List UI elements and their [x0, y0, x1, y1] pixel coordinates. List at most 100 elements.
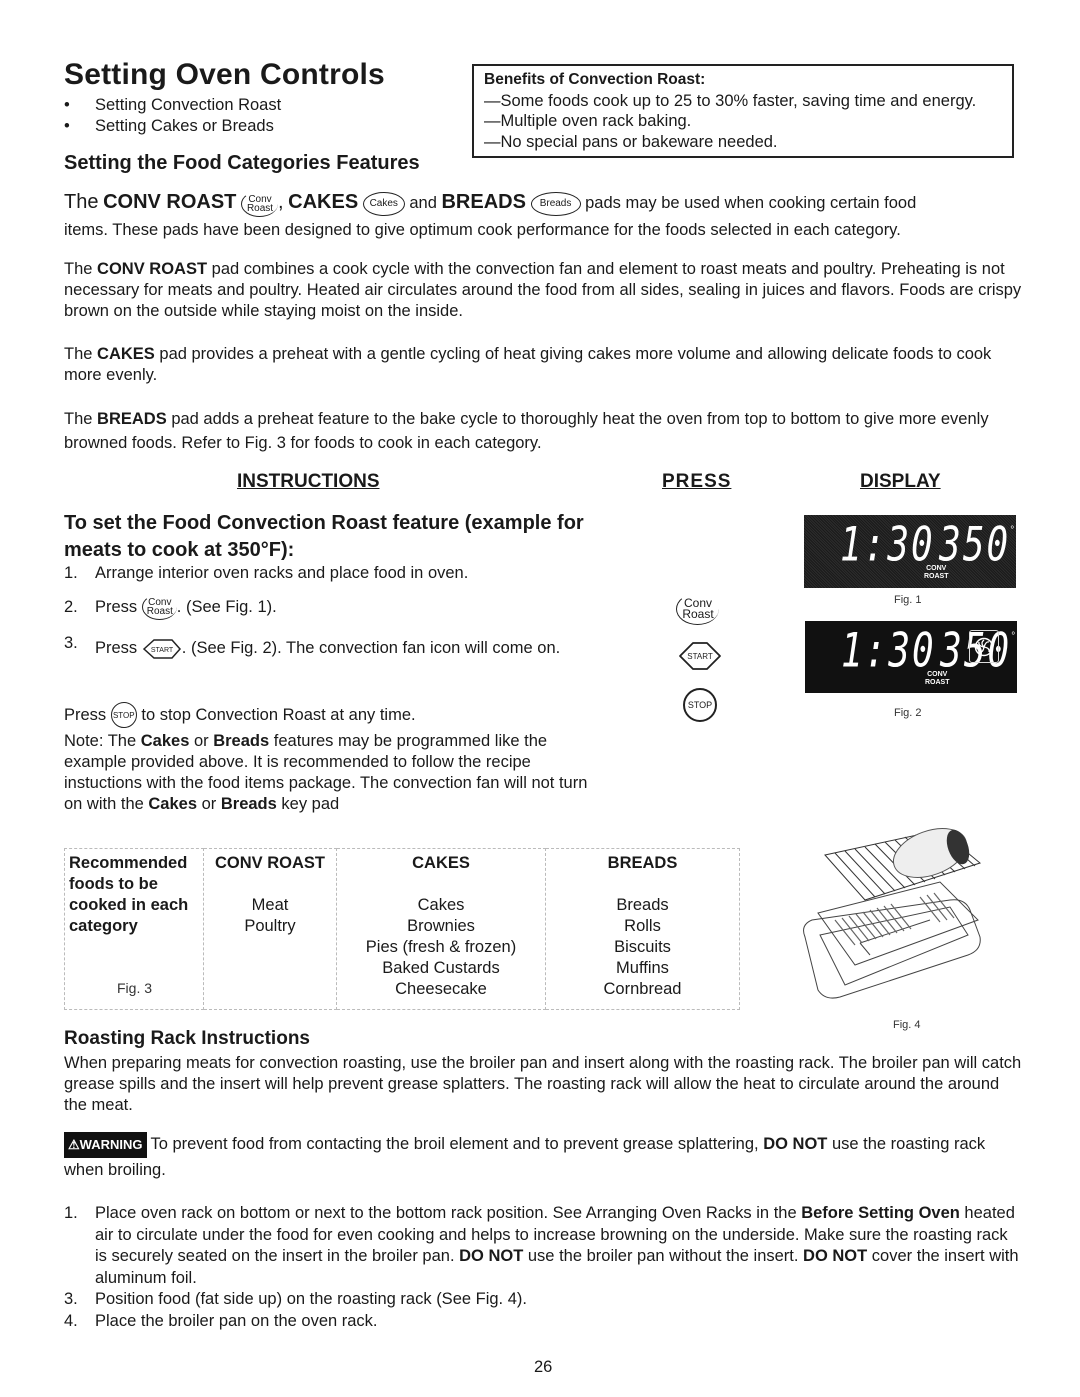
press-column-heading: PRESS	[662, 471, 732, 492]
roasting-rack-illustration	[800, 825, 1040, 1005]
benefit-item: —No special pans or bakeware needed.	[484, 132, 778, 151]
topic-list: • Setting Convection Roast • Setting Cakes…	[64, 95, 281, 137]
roasting-steps: 1. Place oven rack on bottom or next to t…	[64, 1203, 1024, 1332]
step-number: 1.	[64, 1204, 78, 1222]
cakes-paragraph: The CAKES pad provides a preheat with a …	[64, 344, 1024, 386]
table-column: CONV ROAST Meat Poultry	[203, 848, 337, 1010]
food-categories-intro: The CONV ROAST Conv Roast, CAKES Cakes an…	[64, 190, 1024, 242]
pad-text: Roast	[246, 202, 274, 214]
warning-badge: ⚠WARNING	[64, 1132, 147, 1158]
stop-pad-button[interactable]: STOP	[683, 688, 717, 722]
food-item: Biscuits	[614, 938, 671, 956]
pad-text: STOP	[112, 710, 135, 720]
step-number: 1.	[64, 563, 78, 582]
column-header: CAKES	[412, 854, 470, 872]
food-item: Pies (fresh & frozen)	[365, 938, 517, 956]
table-column: CAKES Cakes Brownies Pies (fresh & froze…	[336, 848, 546, 1010]
start-pad-button[interactable]: START	[677, 640, 723, 672]
warning-paragraph: ⚠WARNING To prevent food from contacting …	[64, 1132, 1024, 1182]
benefits-box: Benefits of Convection Roast: —Some food…	[472, 64, 1014, 158]
display-fig2: 1:30 350° CONV ROAST	[805, 621, 1017, 693]
topic-text: Setting Cakes or Breads	[95, 117, 274, 135]
page-number: 26	[534, 1358, 553, 1376]
column-header: BREADS	[607, 854, 678, 872]
step-number: 3.	[64, 1290, 78, 1308]
step-text: . (See Fig. 2). The convection fan icon …	[181, 639, 561, 657]
conv-roast-pad-button[interactable]: Conv Roast	[676, 593, 719, 625]
step-text-part: Place oven rack on bottom or next to the…	[95, 1204, 802, 1222]
step-text: Place the broiler pan on the oven rack.	[95, 1311, 378, 1330]
intro-text: items. These pads have been designed to …	[64, 220, 901, 239]
step-text: Press	[95, 639, 138, 657]
degree-symbol: °	[1010, 525, 1015, 536]
stop-instruction: Press STOP to stop Convection Roast at a…	[64, 702, 416, 728]
benefit-item: —Some foods cook up to 25 to 30% faster,…	[484, 91, 977, 110]
warning-bold: DO NOT	[763, 1135, 828, 1153]
step-text: . (See Fig. 1).	[176, 597, 277, 616]
warning-text: To prevent food from contacting the broi…	[150, 1135, 759, 1153]
column-header: CONV ROAST	[214, 854, 325, 872]
mode-label: CONV ROAST	[924, 565, 949, 581]
svg-text:START: START	[687, 652, 713, 661]
benefits-heading: Benefits of Convection Roast:	[484, 71, 706, 88]
note-bold: Cakes	[140, 732, 190, 750]
food-item: Muffins	[616, 959, 669, 977]
degree-symbol: °	[1011, 631, 1016, 642]
food-item: Brownies	[407, 917, 475, 935]
recommended-foods-table: Recommended foods to be cooked in each c…	[64, 848, 740, 1010]
convection-fan-icon	[969, 630, 999, 663]
conv-roast-pad-icon: Conv Roast	[241, 190, 278, 217]
food-item: Poultry	[244, 917, 296, 935]
pad-text: Roast	[146, 606, 173, 617]
roasting-step: 3. Position food (fat side up) on the roa…	[64, 1289, 1024, 1311]
cakes-pad-icon: Cakes	[362, 191, 405, 216]
note-text: Note: The	[64, 732, 141, 750]
para-text: pad provides a preheat with a gentle cyc…	[64, 345, 992, 384]
roasting-rack-intro: When preparing meats for convection roas…	[64, 1054, 1022, 1114]
step-number: 2.	[64, 597, 78, 616]
benefit-item: —Multiple oven rack baking.	[484, 112, 692, 130]
row-header-text: Recommended foods to be cooked in each c…	[69, 854, 189, 935]
bullet-icon: •	[64, 117, 70, 135]
instruction-steps: 1. Arrange interior oven racks and place …	[64, 562, 604, 660]
mode-text: CONV	[927, 671, 948, 678]
food-item: Cakes	[417, 896, 465, 914]
timer-value: 1:30	[840, 518, 935, 573]
step-body: Press START . (See Fig. 2). The convectio…	[95, 634, 575, 662]
fig3-caption: Fig. 3	[117, 980, 153, 996]
conv-roast-label: CONV ROAST	[103, 191, 237, 213]
mode-label: CONV ROAST	[925, 671, 950, 687]
step-text: Place oven rack on bottom or next to the…	[95, 1203, 1024, 1289]
intro-text: ,	[278, 191, 284, 213]
pad-text: Roast	[682, 607, 714, 621]
food-item: Cornbread	[603, 980, 682, 998]
start-pad-icon: START	[142, 638, 182, 660]
display-fig1: 1:30 350° CONV ROAST	[804, 515, 1016, 588]
warning-label: WARNING	[79, 1137, 143, 1152]
step-text: Position food (fat side up) on the roast…	[95, 1290, 527, 1308]
breads-label: BREADS	[441, 191, 526, 213]
note-bold: Cakes	[148, 795, 198, 813]
intro-text: The	[64, 191, 99, 213]
food-item: Cheesecake	[395, 980, 487, 998]
timer-value: 1:30	[841, 624, 936, 679]
food-item: Baked Custards	[382, 959, 500, 977]
pad-text: STOP	[687, 700, 713, 710]
note-text: or	[197, 795, 221, 813]
display-column-heading: DISPLAY	[860, 471, 941, 492]
pad-text: Breads	[539, 198, 572, 210]
note-text: key pad	[276, 795, 340, 813]
table-row-header: Recommended foods to be cooked in each c…	[64, 848, 204, 1010]
step-number: 3.	[64, 634, 78, 652]
pad-text: Cakes	[369, 198, 398, 210]
food-categories-heading: Setting the Food Categories Features	[64, 152, 420, 174]
topic-item: • Setting Cakes or Breads	[64, 116, 281, 137]
bullet-icon: •	[64, 96, 70, 114]
para-text: The	[64, 345, 93, 363]
instruction-step: 2. Press Conv Roast. (See Fig. 1).	[64, 594, 604, 620]
roasting-step: 1. Place oven rack on bottom or next to t…	[64, 1203, 1024, 1289]
conv-roast-pad-icon: Conv Roast	[141, 594, 177, 620]
mode-text: CONV	[926, 565, 947, 572]
step-text-bold: DO NOT	[803, 1247, 868, 1265]
instructions-subheading: To set the Food Convection Roast feature…	[64, 512, 584, 561]
